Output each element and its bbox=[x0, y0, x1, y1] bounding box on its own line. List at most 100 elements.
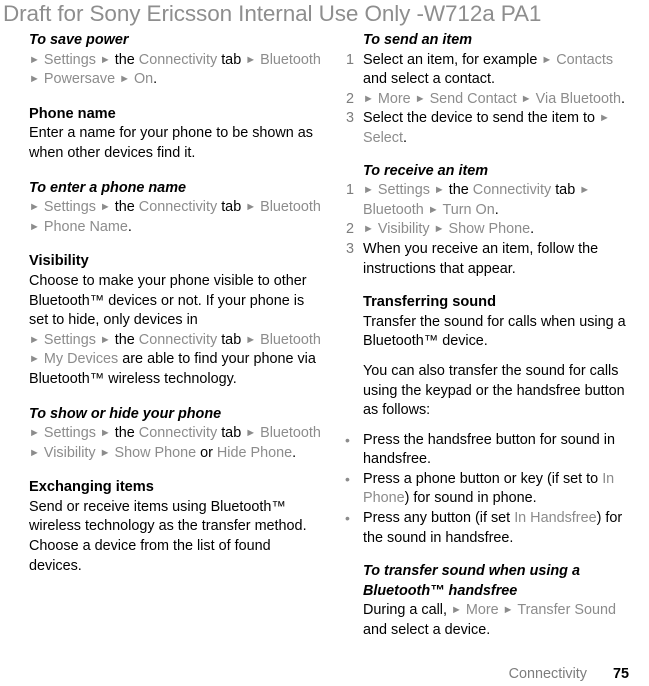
word-the: the bbox=[114, 51, 135, 68]
menu-bluetooth: Bluetooth bbox=[260, 331, 321, 348]
period: . bbox=[292, 444, 297, 461]
text-during-a-call: During a call, bbox=[363, 602, 447, 619]
menu-connectivity: Connectivity bbox=[138, 331, 218, 348]
menu-bluetooth: Bluetooth bbox=[260, 51, 321, 68]
triangle-icon: ► bbox=[433, 223, 445, 236]
triangle-icon: ► bbox=[414, 92, 426, 105]
step-number: 3 bbox=[345, 240, 354, 257]
menu-path-enter-phone-name: ► Settings ► the Connectivity tab ► Blue… bbox=[29, 198, 326, 237]
heading-visibility: Visibility bbox=[29, 253, 89, 270]
menu-bluetooth: Bluetooth bbox=[260, 425, 321, 442]
menu-path-show-hide-phone: ► Settings ► the Connectivity tab ► Blue… bbox=[29, 424, 326, 463]
triangle-icon: ► bbox=[29, 201, 40, 214]
menu-bluetooth: Bluetooth bbox=[363, 201, 424, 218]
footer-page-number: 75 bbox=[612, 666, 629, 682]
triangle-icon: ► bbox=[29, 446, 40, 459]
menu-powersave: Powersave bbox=[43, 71, 116, 88]
list-sound-options: • Press the handsfree button for sound in… bbox=[341, 431, 641, 549]
triangle-icon: ► bbox=[99, 427, 111, 440]
period: . bbox=[621, 90, 626, 107]
menu-settings: Settings bbox=[43, 51, 96, 68]
heading-phone-name: Phone name bbox=[29, 105, 116, 122]
text-transferring-sound-body2: You can also transfer the sound for call… bbox=[363, 362, 625, 419]
list-item: 1 Select an item, for example ► Contacts … bbox=[341, 51, 641, 90]
step-number: 1 bbox=[345, 182, 354, 199]
list-item: 3 Select the device to send the item to ►… bbox=[341, 109, 641, 148]
bullet-text-pre: Press the handsfree button for sound in … bbox=[363, 431, 615, 468]
bullet-icon: • bbox=[345, 431, 350, 448]
block-transfer-sound-handsfree: To transfer sound when using a Bluetooth… bbox=[341, 562, 641, 640]
heading-to-transfer-sound-handsfree: To transfer sound when using a Bluetooth… bbox=[363, 563, 580, 599]
period: . bbox=[153, 71, 158, 88]
period: . bbox=[403, 129, 407, 146]
step-text: Select an item, for example bbox=[363, 51, 538, 68]
step-number: 2 bbox=[345, 90, 354, 107]
menu-select: Select bbox=[363, 129, 403, 146]
bullet-icon: • bbox=[345, 510, 350, 527]
word-tab: tab bbox=[555, 182, 576, 199]
word-the: the bbox=[114, 331, 135, 348]
triangle-icon: ► bbox=[99, 446, 111, 459]
heading-exchanging-items: Exchanging items bbox=[29, 479, 154, 496]
list-item: • Press a phone button or key (if set to … bbox=[341, 470, 641, 509]
triangle-icon: ► bbox=[119, 73, 130, 86]
menu-connectivity: Connectivity bbox=[138, 199, 218, 216]
menu-settings: Settings bbox=[43, 331, 96, 348]
menu-send-contact: Send Contact bbox=[429, 90, 517, 107]
right-column: To send an item 1 Select an item, for exa… bbox=[341, 31, 641, 641]
step-number: 2 bbox=[345, 221, 354, 238]
bullet-text-pre: Press any button (if set bbox=[363, 510, 511, 527]
menu-path-save-power: ► Settings ► the Connectivity tab ► Blue… bbox=[29, 51, 326, 90]
bullet-text-pre: Press a phone button or key (if set to bbox=[363, 470, 599, 487]
menu-turn-on: Turn On bbox=[442, 201, 495, 218]
word-tab: tab bbox=[221, 199, 242, 216]
triangle-icon: ► bbox=[450, 604, 462, 617]
list-item: 2 ► Visibility ► Show Phone. bbox=[341, 220, 641, 240]
heading-to-receive-an-item: To receive an item bbox=[363, 162, 489, 179]
menu-via-bluetooth: Via Bluetooth bbox=[535, 90, 622, 107]
bullet-icon: • bbox=[345, 470, 350, 487]
bullet-text-post: ) for sound in phone. bbox=[404, 490, 537, 507]
step-text: Select the device to send the item to bbox=[363, 110, 595, 127]
menu-settings: Settings bbox=[377, 182, 430, 199]
heading-to-show-or-hide-your-phone: To show or hide your phone bbox=[29, 405, 222, 422]
triangle-icon: ► bbox=[579, 184, 591, 197]
menu-on: On bbox=[133, 71, 154, 88]
word-the: the bbox=[114, 199, 135, 216]
list-send-an-item: 1 Select an item, for example ► Contacts … bbox=[341, 51, 641, 149]
footer-chapter: Connectivity bbox=[508, 666, 587, 682]
text-select-device: and select a device. bbox=[363, 622, 491, 639]
triangle-icon: ► bbox=[245, 201, 257, 214]
menu-hide-phone: Hide Phone bbox=[216, 444, 293, 461]
word-or: or bbox=[200, 444, 213, 461]
menu-show-phone: Show Phone bbox=[114, 444, 197, 461]
menu-connectivity: Connectivity bbox=[138, 425, 218, 442]
menu-phone-name: Phone Name bbox=[43, 218, 128, 235]
menu-contacts: Contacts bbox=[556, 51, 614, 68]
menu-transfer-sound: Transfer Sound bbox=[517, 602, 616, 619]
list-item: 2 ► More ► Send Contact ► Via Bluetooth. bbox=[341, 90, 641, 110]
heading-to-send-an-item: To send an item bbox=[363, 32, 473, 48]
triangle-icon: ► bbox=[363, 92, 374, 105]
step-number: 1 bbox=[345, 51, 354, 68]
triangle-icon: ► bbox=[427, 203, 439, 216]
triangle-icon: ► bbox=[541, 53, 553, 66]
triangle-icon: ► bbox=[29, 427, 40, 440]
menu-connectivity: Connectivity bbox=[472, 182, 552, 199]
step-number: 3 bbox=[345, 110, 354, 127]
triangle-icon: ► bbox=[363, 184, 374, 197]
menu-more: More bbox=[377, 90, 411, 107]
list-item: 1 ► Settings ► the Connectivity tab ► Blu… bbox=[341, 181, 641, 220]
list-item: • Press the handsfree button for sound in… bbox=[341, 431, 641, 470]
manual-page: Draft for Sony Ericsson Internal Use Onl… bbox=[0, 0, 649, 686]
menu-connectivity: Connectivity bbox=[138, 51, 218, 68]
triangle-icon: ► bbox=[99, 53, 111, 66]
triangle-icon: ► bbox=[99, 201, 111, 214]
period: . bbox=[530, 221, 535, 238]
triangle-icon: ► bbox=[245, 427, 257, 440]
visibility-body-part1: Choose to make your phone visible to oth… bbox=[29, 272, 307, 329]
triangle-icon: ► bbox=[245, 53, 257, 66]
text-exchanging-items-body: Send or receive items using Bluetooth™ w… bbox=[29, 498, 307, 574]
block-transferring-sound: Transferring sound Transfer the sound fo… bbox=[341, 293, 641, 421]
triangle-icon: ► bbox=[29, 73, 40, 86]
